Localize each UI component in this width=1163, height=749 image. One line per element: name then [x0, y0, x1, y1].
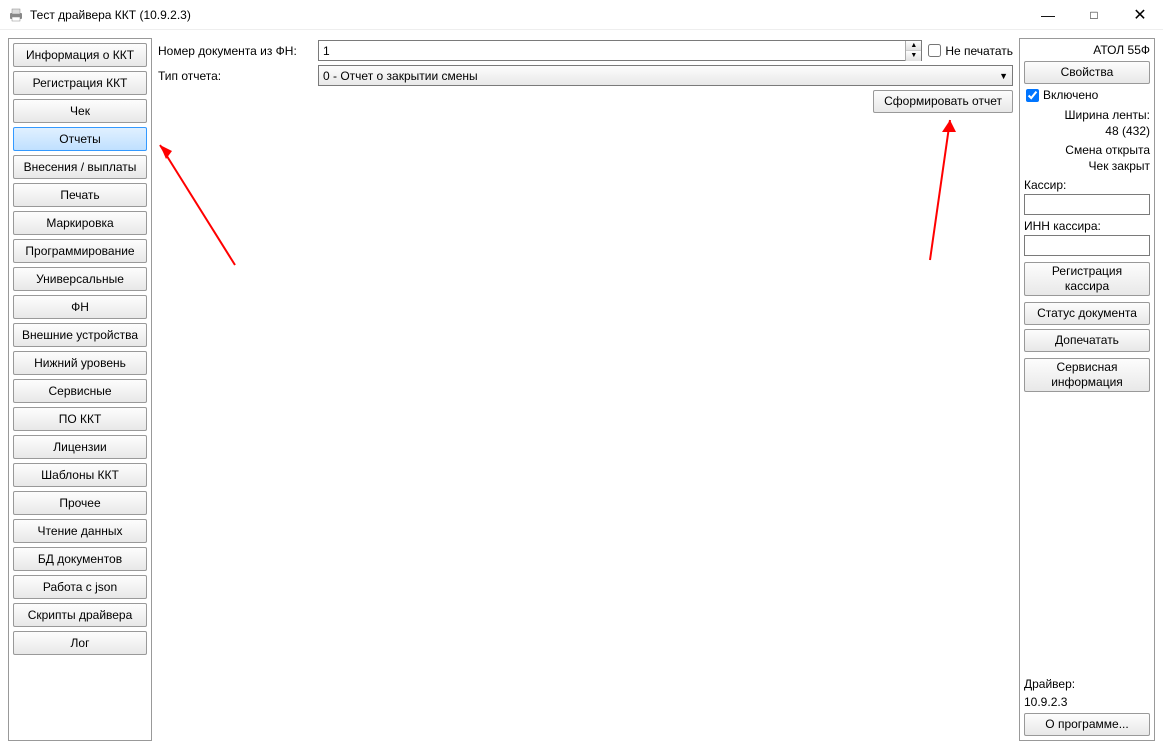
sidebar-item-4[interactable]: Внесения / выплаты: [13, 155, 147, 179]
sidebar-item-21[interactable]: Лог: [13, 631, 147, 655]
minimize-button[interactable]: —: [1025, 0, 1071, 29]
report-type-select[interactable]: 0 - Отчет о закрытии смены ▼: [318, 65, 1013, 86]
tape-width-value: 48 (432): [1024, 124, 1150, 138]
window-title: Тест драйвера ККТ (10.9.2.3): [30, 8, 1025, 22]
main-panel: Номер документа из ФН: ▲ ▼ Не печатать Т…: [158, 38, 1013, 741]
sidebar-item-2[interactable]: Чек: [13, 99, 147, 123]
sidebar-item-8[interactable]: Универсальные счетчики: [13, 267, 147, 291]
device-name: АТОЛ 55Ф: [1024, 43, 1150, 57]
cashier-input[interactable]: [1024, 194, 1150, 215]
properties-button[interactable]: Свойства: [1024, 61, 1150, 84]
sidebar-item-15[interactable]: Шаблоны ККТ: [13, 463, 147, 487]
sidebar-item-20[interactable]: Скрипты драйвера: [13, 603, 147, 627]
cashier-label: Кассир:: [1024, 178, 1150, 192]
sidebar-item-13[interactable]: ПО ККТ: [13, 407, 147, 431]
doc-number-spinner[interactable]: ▲ ▼: [905, 41, 921, 61]
about-button[interactable]: О программе...: [1024, 713, 1150, 736]
right-panel: АТОЛ 55Ф Свойства Включено Ширина ленты:…: [1019, 38, 1155, 741]
chevron-down-icon: ▼: [999, 71, 1008, 81]
check-status: Чек закрыт: [1024, 159, 1150, 173]
sidebar-item-12[interactable]: Сервисные: [13, 379, 147, 403]
sidebar-item-1[interactable]: Регистрация ККТ: [13, 71, 147, 95]
doc-number-input[interactable]: [319, 41, 905, 60]
reprint-button[interactable]: Допечатать: [1024, 329, 1150, 352]
enabled-checkbox[interactable]: [1026, 89, 1039, 102]
enabled-label: Включено: [1043, 88, 1098, 102]
report-type-value: 0 - Отчет о закрытии смены: [323, 69, 999, 83]
enabled-checkbox-wrap[interactable]: Включено: [1026, 88, 1150, 102]
document-status-button[interactable]: Статус документа: [1024, 302, 1150, 325]
sidebar-item-11[interactable]: Нижний уровень: [13, 351, 147, 375]
sidebar-item-18[interactable]: БД документов: [13, 547, 147, 571]
shift-status: Смена открыта: [1024, 143, 1150, 157]
register-cashier-button[interactable]: Регистрация кассира: [1024, 262, 1150, 296]
sidebar-item-6[interactable]: Маркировка: [13, 211, 147, 235]
sidebar-item-10[interactable]: Внешние устройства: [13, 323, 147, 347]
generate-report-button[interactable]: Сформировать отчет: [873, 90, 1013, 113]
sidebar-item-0[interactable]: Информация о ККТ: [13, 43, 147, 67]
window-controls: — □ ✕: [1025, 0, 1163, 29]
dont-print-checkbox[interactable]: [928, 44, 941, 57]
sidebar-item-17[interactable]: Чтение данных: [13, 519, 147, 543]
service-info-button[interactable]: Сервисная информация: [1024, 358, 1150, 392]
driver-label: Драйвер:: [1024, 677, 1150, 691]
close-button[interactable]: ✕: [1117, 0, 1163, 29]
spinner-up-icon[interactable]: ▲: [906, 41, 921, 51]
sidebar-item-5[interactable]: Печать: [13, 183, 147, 207]
sidebar-item-9[interactable]: ФН: [13, 295, 147, 319]
sidebar-item-14[interactable]: Лицензии: [13, 435, 147, 459]
maximize-button[interactable]: □: [1071, 0, 1117, 29]
dont-print-checkbox-wrap[interactable]: Не печатать: [928, 44, 1013, 58]
sidebar-item-7[interactable]: Программирование: [13, 239, 147, 263]
cashier-inn-input[interactable]: [1024, 235, 1150, 256]
driver-version: 10.9.2.3: [1024, 695, 1150, 709]
app-icon: [8, 7, 24, 23]
doc-number-label: Номер документа из ФН:: [158, 44, 314, 58]
sidebar: Информация о ККТ Регистрация ККТ Чек Отчеты…: [8, 38, 152, 741]
sidebar-item-19[interactable]: Работа с json: [13, 575, 147, 599]
tape-width-label: Ширина ленты:: [1024, 108, 1150, 122]
sidebar-item-3[interactable]: Отчеты: [13, 127, 147, 151]
sidebar-item-16[interactable]: Прочее: [13, 491, 147, 515]
dont-print-label: Не печатать: [945, 44, 1013, 58]
titlebar: Тест драйвера ККТ (10.9.2.3) — □ ✕: [0, 0, 1163, 30]
report-type-label: Тип отчета:: [158, 69, 314, 83]
spinner-down-icon[interactable]: ▼: [906, 51, 921, 61]
cashier-inn-label: ИНН кассира:: [1024, 219, 1150, 233]
doc-number-input-wrap[interactable]: ▲ ▼: [318, 40, 922, 61]
